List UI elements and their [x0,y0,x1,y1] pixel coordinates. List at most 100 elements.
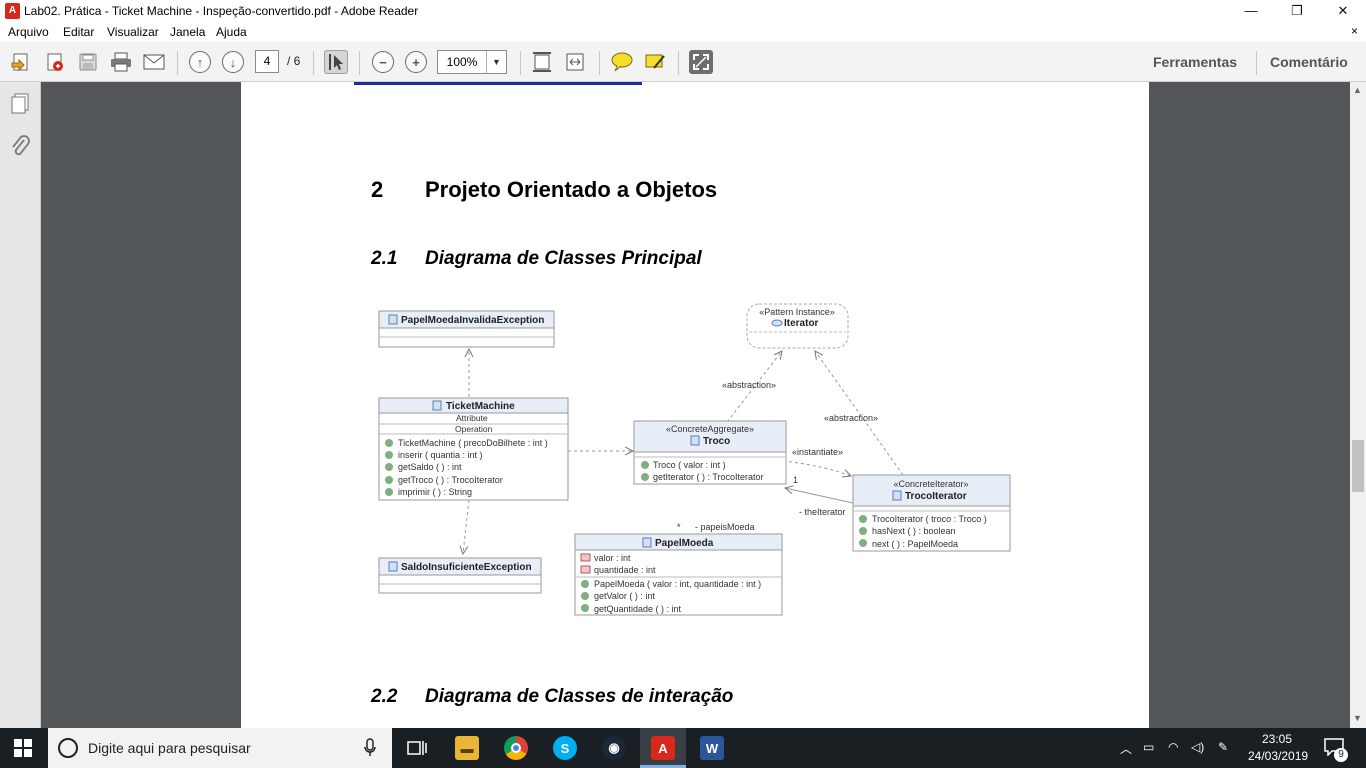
method-icon [385,451,393,459]
steam-icon[interactable]: ◉ [602,736,626,760]
method: getIterator ( ) : TrocoIterator [653,472,764,482]
class-icon [388,561,398,572]
menu-arquivo[interactable]: Arquivo [8,25,49,39]
method-icon [581,592,589,600]
adobe-reader-icon: A [5,3,20,19]
zoom-in-icon[interactable]: + [404,50,428,74]
scroll-up-icon[interactable]: ▲ [1353,85,1362,95]
menu-ajuda[interactable]: Ajuda [216,25,247,39]
scroll-down-icon[interactable]: ▼ [1353,713,1362,723]
page-number-input[interactable]: 4 [255,50,279,73]
menu-bar: Arquivo Editar Visualizar Janela Ajuda × [0,22,1366,42]
adobe-reader-taskbar-item[interactable]: A [640,728,686,768]
window-title: Lab02. Prática - Ticket Machine - Inspeç… [24,4,419,18]
zoom-value[interactable]: 100% [438,51,486,73]
windows-start-icon[interactable] [14,739,32,762]
pattern-name: Iterator [784,318,819,329]
clock-time[interactable]: 23:05 [1262,732,1292,746]
close-button[interactable]: ✕ [1320,0,1366,22]
uml-class-diagram: PapelMoedaInvalidaException TicketMachin… [378,303,1011,616]
class-papelmoedainvalidaexception: PapelMoedaInvalidaException [378,310,555,348]
menu-editar[interactable]: Editar [63,25,94,39]
taskbar-search[interactable]: Digite aqui para pesquisar [48,728,392,768]
adobe-reader-icon[interactable]: A [651,736,675,760]
toolbar-separator [177,51,178,75]
menu-visualizar[interactable]: Visualizar [107,25,159,39]
print-icon[interactable] [109,50,133,74]
email-icon[interactable] [142,50,166,74]
word-icon[interactable]: W [700,736,724,760]
toolbar-separator [313,51,314,75]
class-icon [388,314,398,325]
comment-tab[interactable]: Comentário [1270,54,1348,70]
page-total: / 6 [287,54,301,68]
method: PapelMoeda ( valor : int, quantidade : i… [594,579,761,589]
class-name: Troco [703,436,730,447]
method-icon [385,463,393,471]
class-name: TrocoIterator [905,491,967,502]
class-ticketmachine: TicketMachine Attribute Operation Ticket… [378,397,569,501]
method-icon [641,473,649,481]
microphone-icon[interactable] [364,738,376,761]
next-page-icon[interactable]: ↓ [221,50,245,74]
method: imprimir ( ) : String [398,487,472,497]
instantiate-link [782,460,851,476]
class-name: PapelMoeda [655,538,714,549]
method: getTroco ( ) : TrocoIterator [398,475,503,485]
attachments-icon[interactable] [9,134,31,163]
fit-page-icon[interactable] [530,50,554,74]
fullscreen-icon[interactable] [689,50,713,74]
chevron-down-icon[interactable]: ▼ [486,51,506,73]
pattern-iterator: «Pattern Instance» Iterator [746,303,849,349]
theiterator-association [785,488,854,504]
subsection-title: Diagrama de Classes Principal [425,248,702,269]
document-viewer[interactable]: 2 Projeto Orientado a Objetos 2.1 Diagra… [41,82,1350,728]
toolbar-separator [359,51,360,75]
task-view-icon[interactable] [407,739,427,762]
select-tool-icon[interactable] [324,50,348,74]
multiplicity: 1 [793,475,798,485]
create-pdf-icon[interactable] [43,50,67,74]
pen-icon[interactable]: ✎ [1218,740,1228,754]
highlight-icon[interactable] [643,50,667,74]
class-saldoinsuficienteexception: SaldoInsuficienteException [378,557,542,594]
pages-panel-icon[interactable] [9,92,31,119]
battery-icon[interactable]: ▭ [1143,740,1154,754]
tools-tab[interactable]: Ferramentas [1153,54,1237,70]
method: TicketMachine ( precoDoBilhete : int ) [398,438,548,448]
multiplicity: * [677,522,681,532]
toolbar-separator [1256,51,1257,75]
stereotype: «Pattern Instance» [759,307,835,317]
skype-icon[interactable]: S [553,736,577,760]
previous-page-icon[interactable]: ↑ [188,50,212,74]
stereotype: «ConcreteIterator» [893,479,968,489]
open-file-icon[interactable] [9,50,33,74]
class-name: SaldoInsuficienteException [401,562,532,573]
zoom-out-icon[interactable]: − [371,50,395,74]
menu-janela[interactable]: Janela [170,25,205,39]
scroll-thumb[interactable] [1352,440,1364,492]
field-icon [580,565,591,574]
save-icon[interactable] [76,50,100,74]
restore-button[interactable]: ❐ [1274,0,1320,22]
class-trocoiterator: «ConcreteIterator» TrocoIterator TrocoIt… [852,474,1011,552]
chrome-icon[interactable] [504,736,528,760]
minimize-button[interactable]: — [1228,0,1274,22]
fit-width-icon[interactable] [563,50,587,74]
cortana-icon[interactable] [58,738,78,758]
file-explorer-icon[interactable]: ▬ [455,736,479,760]
method: getSaldo ( ) : int [398,462,462,472]
wifi-icon[interactable]: ◠ [1168,740,1178,754]
volume-icon[interactable]: ◁) [1191,740,1204,754]
menu-close-icon[interactable]: × [1351,24,1358,38]
class-papelmoeda: PapelMoeda valor : int quantidade : int … [574,533,783,616]
zoom-select[interactable]: 100% ▼ [437,50,507,74]
vertical-scrollbar[interactable]: ▲ ▼ [1350,82,1366,728]
method: TrocoIterator ( troco : Troco ) [872,514,987,524]
previous-section-rule [354,82,642,85]
search-placeholder[interactable]: Digite aqui para pesquisar [88,740,251,756]
comment-icon[interactable] [610,50,634,74]
chevron-up-icon[interactable]: ︿ [1120,740,1132,757]
class-troco: «ConcreteAggregate» Troco Troco ( valor … [633,420,787,485]
clock-date[interactable]: 24/03/2019 [1248,749,1308,763]
